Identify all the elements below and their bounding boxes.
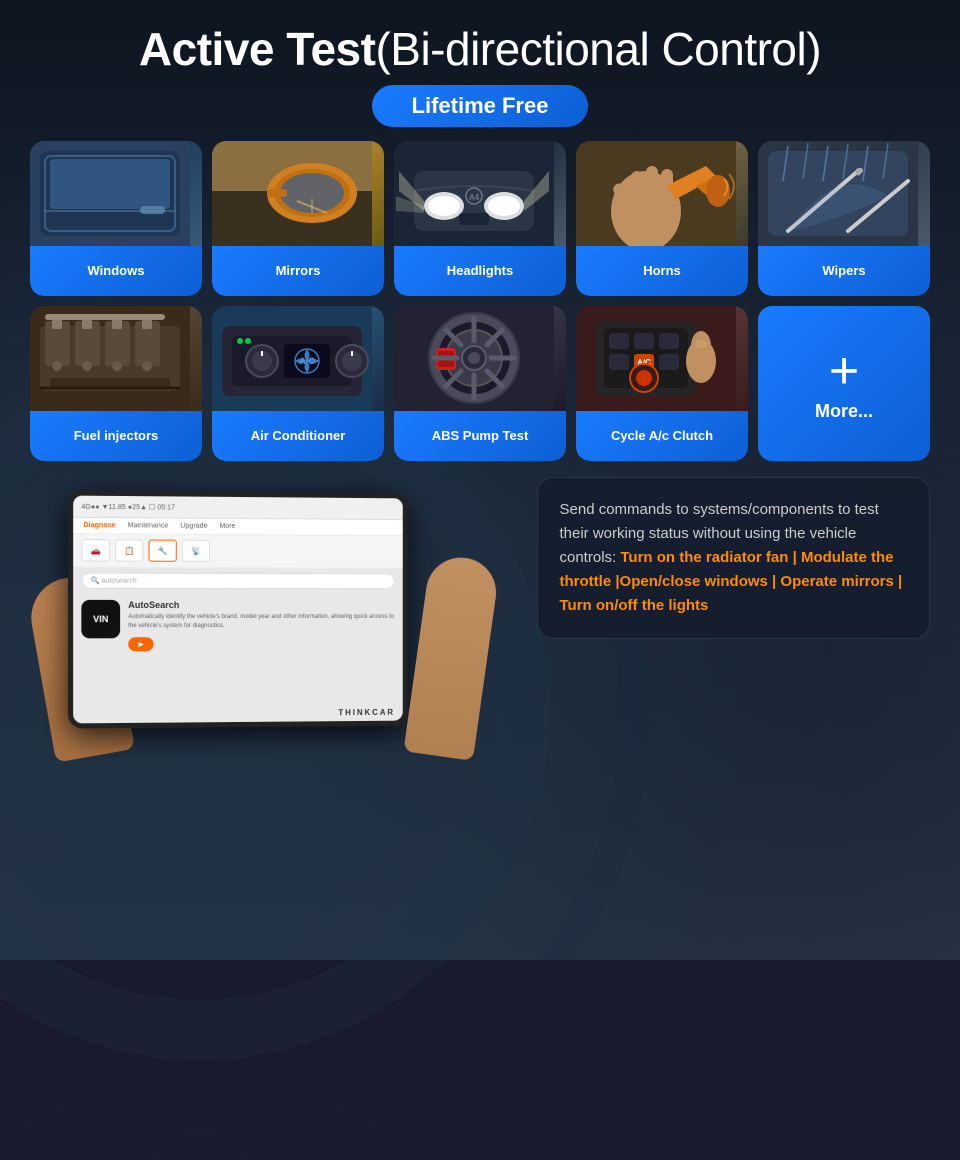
bottom-section: 4G●● ▼11.85 ●25▲ ☐ 05:17 Diagnose Mainte… [30,477,930,757]
main-title: Active Test(Bi-directional Control) [30,24,930,75]
more-features[interactable]: + More... [758,306,930,461]
feature-fuel-injectors[interactable]: Fuel injectors [30,306,202,461]
headlights-image: A4 [394,141,566,246]
abs-image [394,306,566,411]
abs-pump-label: ABS Pump Test [394,411,566,461]
feature-air-conditioner[interactable]: A/C Air Conditioner [212,306,384,461]
fuel-image [30,306,202,411]
horns-label: Horns [576,246,748,296]
info-card: Send commands to systems/components to t… [537,477,931,639]
feature-windows[interactable]: Windows [30,141,202,296]
svg-text:A/C: A/C [299,356,315,366]
fuel-injectors-label: Fuel injectors [30,411,202,461]
feature-grid-row1: Windows [30,141,930,296]
feature-headlights[interactable]: A4 Headlights [394,141,566,296]
ac-image: A/C [212,306,384,411]
more-label: More... [815,401,873,422]
cycle-image: A/C [576,306,748,411]
headlights-label: Headlights [394,246,566,296]
feature-abs-pump[interactable]: ABS Pump Test [394,306,566,461]
svg-text:A4: A4 [469,193,480,202]
more-plus-icon: + [829,345,859,397]
feature-mirrors[interactable]: Mirrors [212,141,384,296]
header-section: Active Test(Bi-directional Control) Life… [30,24,930,127]
feature-wipers[interactable]: Wipers [758,141,930,296]
title-normal: (Bi-directional Control) [375,23,821,75]
mirrors-label: Mirrors [212,246,384,296]
feature-cycle-ac[interactable]: A/C Cycle A/c Clutch [576,306,748,461]
lifetime-free-badge: Lifetime Free [372,85,589,127]
title-bold: Active Test [139,23,376,75]
air-conditioner-label: Air Conditioner [212,411,384,461]
device-container: 4G●● ▼11.85 ●25▲ ☐ 05:17 Diagnose Mainte… [30,477,517,757]
feature-grid-row2: Fuel injectors [30,306,930,461]
wipers-image [758,141,930,246]
windows-label: Windows [30,246,202,296]
mirrors-image [212,141,384,246]
horns-image [576,141,748,246]
cycle-ac-label: Cycle A/c Clutch [576,411,748,461]
wipers-label: Wipers [758,246,930,296]
info-text: Send commands to systems/components to t… [560,498,908,618]
windows-image [30,141,202,246]
feature-horns[interactable]: Horns [576,141,748,296]
